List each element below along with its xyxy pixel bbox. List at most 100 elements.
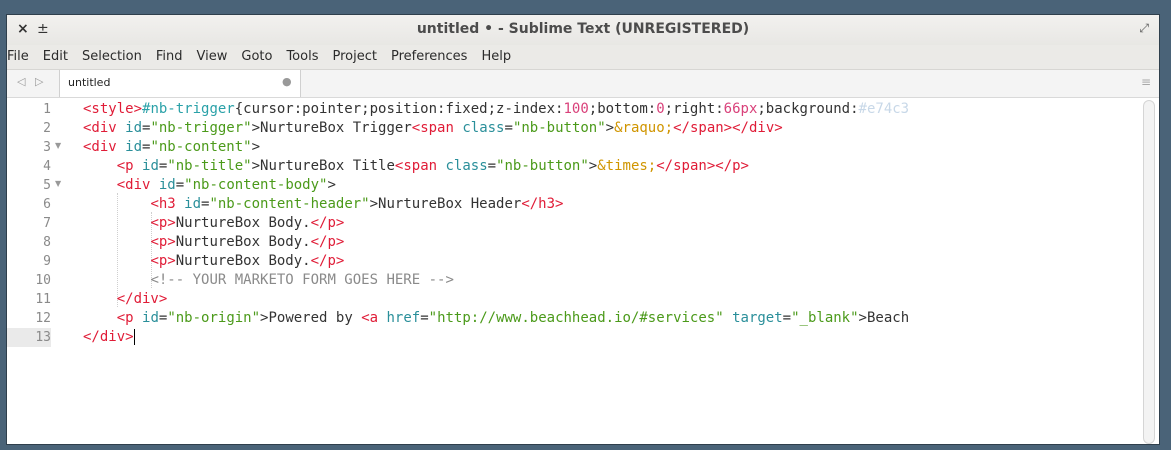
code-token: </span> bbox=[656, 158, 716, 174]
code-token: >NurtureBox Title bbox=[251, 158, 395, 174]
code-token: ;right: bbox=[664, 101, 724, 117]
code-token: <!-- YOUR MARKETO FORM GOES HERE --> bbox=[150, 272, 454, 288]
code-token: > bbox=[588, 158, 598, 174]
menu-item-selection[interactable]: Selection bbox=[82, 45, 142, 64]
code-token: id bbox=[125, 120, 143, 136]
line-number: 2 bbox=[43, 121, 51, 136]
code-line[interactable]: <div id="nb-trigger">NurtureBox Trigger<… bbox=[83, 119, 783, 138]
code-line[interactable]: <p id = "nb-title">NurtureBox Title<span c… bbox=[83, 157, 749, 176]
code-token: = bbox=[175, 177, 185, 193]
code-token: = bbox=[782, 310, 792, 326]
code-token: >NurtureBox Header bbox=[369, 196, 522, 212]
code-line[interactable]: </div> bbox=[83, 290, 168, 309]
menu-item-preferences[interactable]: Preferences bbox=[391, 45, 467, 64]
menu-item-edit[interactable]: Edit bbox=[43, 45, 68, 64]
code-line[interactable]: <p>NurtureBox Body.</p> bbox=[83, 214, 344, 233]
menu-item-project[interactable]: Project bbox=[332, 45, 376, 64]
tab-bar: ◁ ▷ untitled ● ≡ bbox=[7, 70, 1159, 98]
code-token: <style> bbox=[83, 101, 143, 117]
code-token: <span bbox=[411, 120, 463, 136]
code-token: "_blank" bbox=[791, 310, 859, 326]
scrollbar-thumb[interactable] bbox=[1143, 100, 1155, 444]
code-token: <p bbox=[116, 158, 143, 174]
code-token: >Powered by bbox=[260, 310, 362, 326]
code-token: </div> bbox=[83, 329, 134, 345]
code-token: = bbox=[420, 310, 429, 326]
code-line[interactable]: <p>NurtureBox Body.</p> bbox=[83, 233, 344, 252]
code-token: id bbox=[158, 177, 176, 193]
code-token: <p> bbox=[150, 253, 176, 269]
code-token: <div bbox=[83, 139, 126, 155]
code-token: > bbox=[327, 177, 336, 193]
code-token: </p> bbox=[715, 158, 749, 174]
line-number: 3 bbox=[43, 140, 51, 155]
line-number: 7 bbox=[43, 216, 51, 231]
tab-untitled[interactable]: untitled ● bbox=[59, 70, 301, 97]
code-token: <p> bbox=[150, 215, 176, 231]
code-token: </span> bbox=[673, 120, 733, 136]
tab-nav-arrows-icon[interactable]: ◁ ▷ bbox=[17, 75, 46, 88]
tab-menu-icon[interactable]: ≡ bbox=[1141, 75, 1151, 89]
code-token: 100 bbox=[563, 101, 589, 117]
expand-icon[interactable]: ⤢ bbox=[1139, 21, 1149, 36]
code-token: = bbox=[504, 120, 513, 136]
menu-bar: File Edit Selection Find View Goto Tools Projec… bbox=[7, 45, 1159, 70]
code-token: "nb-button" bbox=[512, 120, 606, 136]
fold-arrow-icon[interactable]: ▼ bbox=[55, 179, 61, 188]
vertical-scrollbar[interactable] bbox=[1143, 100, 1155, 444]
code-token: id bbox=[125, 139, 143, 155]
menu-item-goto[interactable]: Goto bbox=[241, 45, 272, 64]
menu-item-help[interactable]: Help bbox=[481, 45, 511, 64]
code-token: ;bottom: bbox=[588, 101, 657, 117]
code-token: <div bbox=[83, 120, 126, 136]
code-token: <a bbox=[361, 310, 387, 326]
code-token: </div> bbox=[116, 291, 168, 307]
line-number: 13 bbox=[7, 328, 51, 347]
code-token: <div bbox=[116, 177, 159, 193]
code-token: href bbox=[386, 310, 421, 326]
line-number: 4 bbox=[43, 159, 51, 174]
line-number: 5 bbox=[43, 178, 51, 193]
code-token: {cursor:pointer;position:fixed;z-index: bbox=[234, 101, 564, 117]
code-token: 0 bbox=[656, 101, 665, 117]
code-token: <h3 bbox=[150, 196, 185, 212]
code-editor[interactable]: 1 2 3 ▼ 4 5 ▼ 6 7 8 9 10 11 12 13 <style>#nb-trigger{c… bbox=[7, 98, 1159, 444]
line-number: 9 bbox=[43, 254, 51, 269]
code-token: </p> bbox=[310, 253, 345, 269]
menu-item-tools[interactable]: Tools bbox=[286, 45, 318, 64]
code-token: <span bbox=[394, 158, 446, 174]
code-line[interactable]: <h3 id="nb-content-header">NurtureBox He… bbox=[83, 195, 563, 214]
code-line[interactable]: <p id="nb-origin">Powered by <a href="ht… bbox=[83, 309, 909, 328]
code-line[interactable]: <div id="nb-content"> bbox=[83, 138, 260, 157]
code-token: id bbox=[184, 196, 202, 212]
menu-item-view[interactable]: View bbox=[197, 45, 228, 64]
code-token: 66px bbox=[723, 101, 758, 117]
code-token: id bbox=[142, 158, 159, 174]
menu-item-find[interactable]: Find bbox=[156, 45, 183, 64]
tab-label: untitled bbox=[68, 76, 111, 89]
code-token: target bbox=[732, 310, 783, 326]
fold-arrow-icon[interactable]: ▼ bbox=[55, 141, 61, 150]
code-area[interactable]: <style>#nb-trigger{cursor:pointer;positi… bbox=[83, 98, 1139, 444]
unsaved-dot-icon[interactable]: ● bbox=[282, 75, 292, 88]
code-line[interactable]: <p>NurtureBox Body.</p> bbox=[83, 252, 344, 271]
code-token: NurtureBox Body. bbox=[175, 234, 311, 250]
menu-item-file[interactable]: File bbox=[7, 45, 29, 64]
code-token: = bbox=[487, 158, 497, 174]
code-line[interactable]: <style>#nb-trigger{cursor:pointer;positi… bbox=[83, 100, 909, 119]
code-token: > bbox=[251, 139, 261, 155]
code-token: <p bbox=[116, 310, 143, 326]
code-token: "nb-origin" bbox=[167, 310, 261, 326]
code-line[interactable]: <!-- YOUR MARKETO FORM GOES HERE --> bbox=[83, 271, 454, 290]
code-line[interactable]: <div id="nb-content-body"> bbox=[83, 176, 336, 195]
code-token: class bbox=[445, 158, 488, 174]
line-number: 11 bbox=[35, 292, 51, 307]
code-token: &raquo; bbox=[614, 120, 674, 136]
code-line[interactable]: </div> bbox=[83, 328, 135, 347]
code-token: "nb-button" bbox=[496, 158, 589, 174]
